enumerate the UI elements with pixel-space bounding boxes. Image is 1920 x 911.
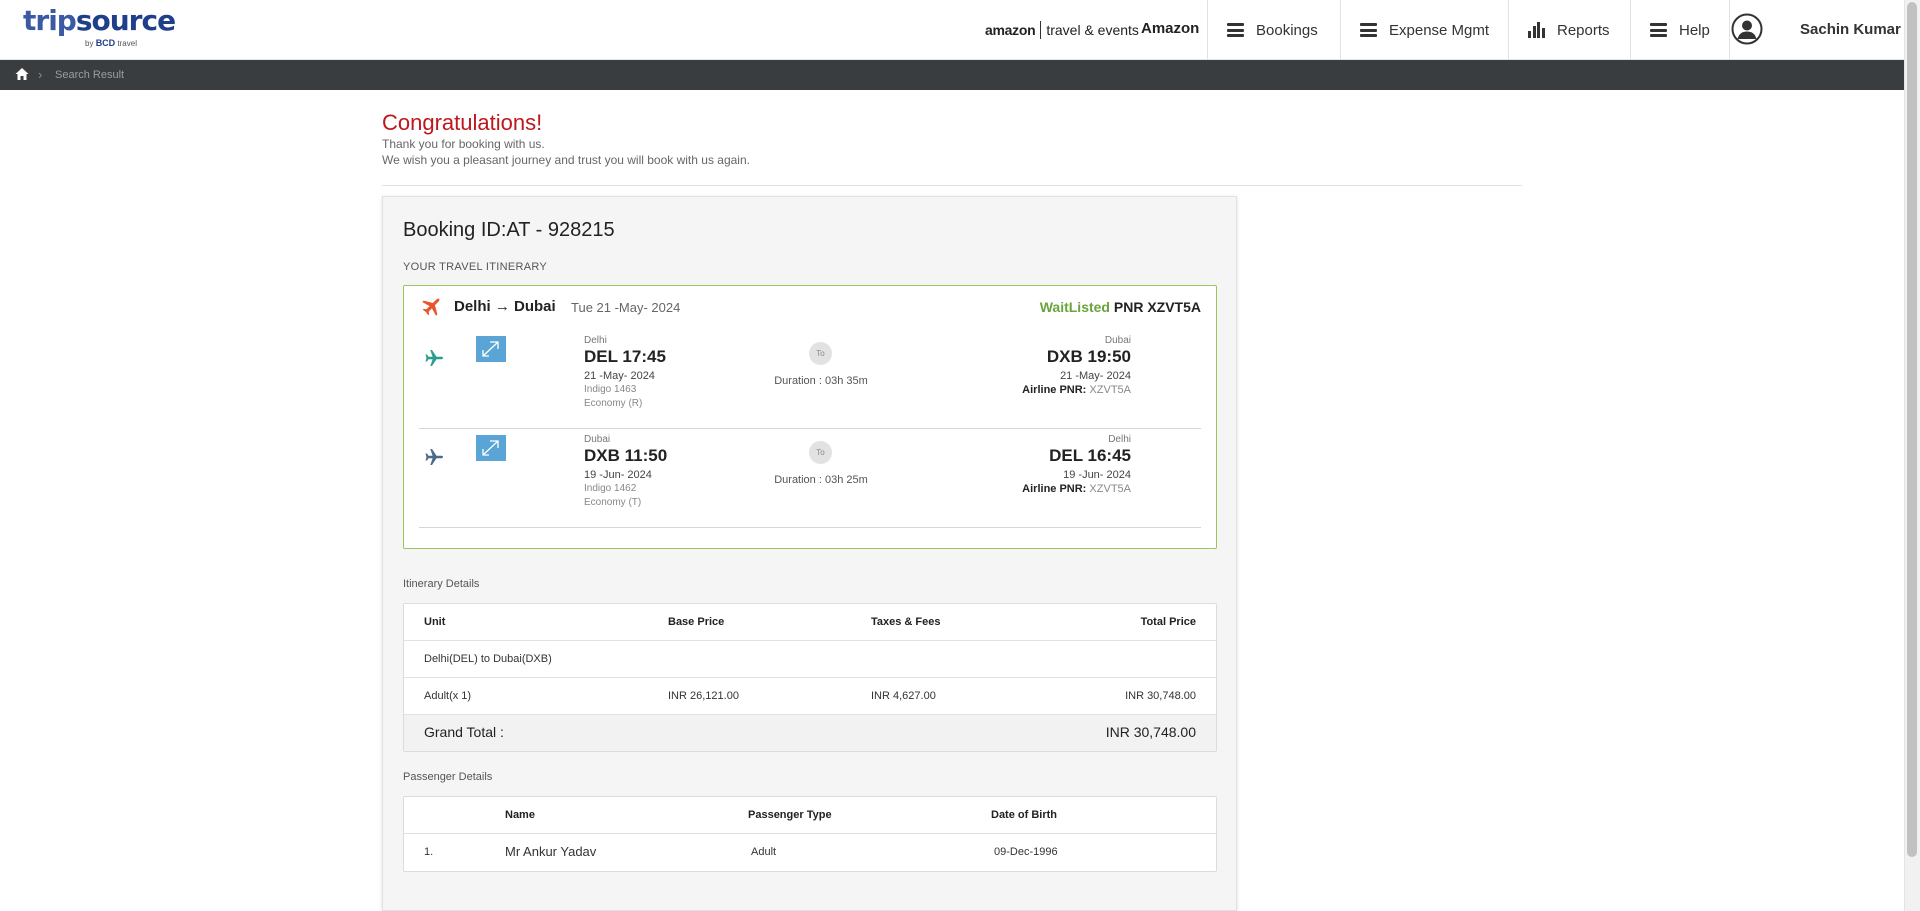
user-name[interactable]: Sachin Kumar [1800,21,1901,38]
airline-logo-icon [476,435,506,461]
cabin-class: Economy (R) [584,398,643,409]
hamburger-icon [1650,23,1667,37]
flight-segment: Delhi DEL 17:45 21 -May- 2024 Indigo 146… [419,330,1201,429]
arrival-time: DEL 16:45 [1049,446,1131,465]
route-title: Delhi → Dubai [454,298,556,315]
company-logo: amazon travel & events [985,18,1139,42]
column-header: Base Price [668,616,725,628]
confirmation-title: Congratulations! [382,110,543,135]
taxes-cell: INR 4,627.00 [871,690,936,702]
route-cell: Delhi(DEL) to Dubai(DXB) [424,653,552,665]
top-navigation-bar: tripsource by BCD travel amazon travel &… [0,0,1904,60]
flight-number: Indigo 1462 [584,483,637,494]
column-header: Passenger Type [748,809,832,821]
booking-card: Booking ID:AT - 928215 YOUR TRAVEL ITINE… [382,196,1237,911]
airline-logo-icon [476,336,506,362]
total-price-cell: INR 30,748.00 [1125,690,1196,702]
breadcrumb-current: Search Result [55,69,125,81]
flight-segment: Dubai DXB 11:50 19 -Jun- 2024 Indigo 146… [419,429,1201,528]
flight-duration: Duration : 03h 25m [774,474,868,486]
column-header: Unit [424,616,446,628]
unit-cell: Adult(x 1) [424,690,472,702]
passenger-type: Adult [751,846,777,858]
tripsource-logo[interactable]: tripsource by BCD travel [23,4,176,52]
company-name: Amazon [1141,20,1200,37]
scrollbar-thumb[interactable] [1907,2,1917,857]
booking-id: Booking ID:AT - 928215 [403,219,615,241]
airline-pnr: Airline PNR: XZVT5A [1022,384,1131,396]
nav-reports[interactable]: Reports [1508,0,1630,60]
plane-icon [425,449,443,465]
airline-pnr: Airline PNR: XZVT5A [1022,483,1131,495]
grand-total-label: Grand Total : [424,724,504,740]
grand-total-row: Grand Total : INR 30,748.00 [404,715,1216,751]
column-header: Name [505,809,535,821]
itinerary-details-label: Itinerary Details [403,578,480,590]
itinerary-box: Delhi → Dubai Tue 21 -May- 2024 WaitList… [403,285,1217,549]
base-price-cell: INR 26,121.00 [668,690,739,702]
departure-time: DEL 17:45 [584,347,666,366]
column-header: Date of Birth [991,809,1057,821]
nav-reports-label: Reports [1557,21,1610,39]
nav-bookings[interactable]: Bookings [1207,0,1340,60]
departure-date: 21 -May- 2024 [584,370,655,382]
status-badge: WaitListed [1039,299,1110,315]
confirmation-message-2: We wish you a pleasant journey and trust… [382,153,750,167]
logo-text-trip: trip [23,4,77,37]
table-row: Adult(x 1) INR 26,121.00 INR 4,627.00 IN… [404,678,1216,715]
departure-date: 19 -Jun- 2024 [584,469,652,481]
hamburger-icon [1360,23,1377,37]
itinerary-label: YOUR TRAVEL ITINERARY [403,261,548,273]
column-header: Total Price [1140,616,1196,628]
breadcrumb: › Search Result [0,60,1904,90]
company-logo-amazon: amazon [985,22,1036,38]
route-date: Tue 21 -May- 2024 [571,300,681,315]
booking-status: WaitListed PNR XZVT5A [1040,299,1201,315]
passenger-name: Mr Ankur Yadav [505,844,597,859]
home-icon[interactable] [15,67,29,81]
arrival-city: Dubai [1104,335,1131,346]
table-row: 1. Mr Ankur Yadav Adult 09-Dec-1996 [404,834,1216,871]
table-header-row: Unit Base Price Taxes & Fees Total Price [404,604,1216,641]
passenger-details-label: Passenger Details [403,771,493,783]
bar-chart-icon [1528,22,1545,38]
arrival-date: 19 -Jun- 2024 [1063,469,1131,481]
departure-city: Dubai [584,434,611,445]
cabin-class: Economy (T) [584,497,642,508]
logo-text-source: source [75,4,176,37]
section-divider [382,185,1522,186]
arrival-city: Delhi [1108,434,1131,445]
passenger-dob: 09-Dec-1996 [994,846,1058,858]
table-header-row: Name Passenger Type Date of Birth [404,797,1216,834]
nav-expense-mgmt-label: Expense Mgmt [1389,21,1490,39]
to-indicator: To [809,342,832,365]
arrival-time: DXB 19:50 [1046,347,1131,366]
breadcrumb-separator: › [38,67,43,82]
page-scrollbar[interactable] [1904,0,1920,911]
company-logo-suffix: travel & events [1046,22,1139,38]
user-avatar-icon[interactable] [1731,13,1763,45]
departure-city: Delhi [584,335,607,346]
plane-icon [425,350,443,366]
passenger-index: 1. [424,846,434,858]
nav-bookings-label: Bookings [1256,21,1318,39]
table-row: Delhi(DEL) to Dubai(DXB) [404,641,1216,678]
nav-help[interactable]: Help [1630,0,1729,60]
flight-route-icon [422,298,440,316]
flight-number: Indigo 1463 [584,384,637,395]
logo-byline: by BCD travel [85,38,137,48]
passenger-table: Name Passenger Type Date of Birth 1. Mr … [403,796,1217,872]
hamburger-icon [1227,23,1244,37]
departure-time: DXB 11:50 [584,446,668,465]
grand-total-value: INR 30,748.00 [1105,724,1196,740]
column-header: Taxes & Fees [871,616,941,628]
confirmation-message-1: Thank you for booking with us. [382,137,545,151]
pnr-number: PNR XZVT5A [1113,299,1201,315]
nav-expense-mgmt[interactable]: Expense Mgmt [1340,0,1508,60]
price-table: Unit Base Price Taxes & Fees Total Price… [403,603,1217,752]
flight-duration: Duration : 03h 35m [774,375,868,387]
arrival-date: 21 -May- 2024 [1060,370,1131,382]
nav-help-label: Help [1679,21,1710,39]
to-indicator: To [809,441,832,464]
